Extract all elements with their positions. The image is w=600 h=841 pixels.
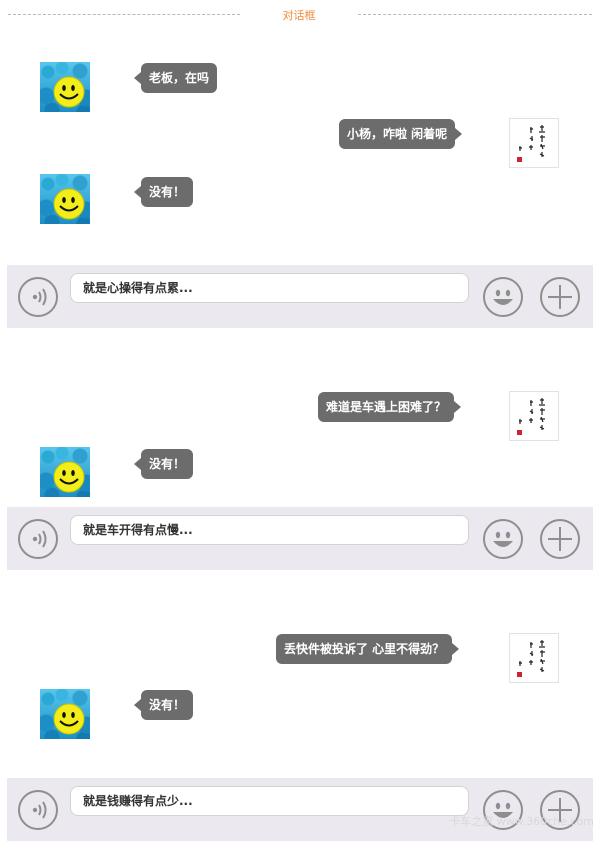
- header-title: 对话框: [282, 9, 316, 22]
- voice-button[interactable]: [18, 519, 58, 559]
- voice-wave-icon: [32, 288, 47, 306]
- smiley-face-avatar: [40, 62, 90, 112]
- chat-input-bar: 就是车开得有点慢...: [7, 507, 593, 570]
- message-bubble-outgoing: 难道是车遇上困难了？: [318, 392, 462, 422]
- plus-icon: [548, 527, 572, 551]
- message-bubble-outgoing: 小杨，咋啦 闲着呢: [339, 119, 463, 149]
- smiley-face-avatar: [40, 689, 90, 739]
- header-divider-left: [8, 14, 240, 15]
- voice-button[interactable]: [18, 277, 58, 317]
- dialog-header: 对话框: [0, 0, 600, 30]
- smiley-emoji-icon: [493, 531, 513, 547]
- message-input[interactable]: 就是车开得有点慢...: [70, 515, 469, 545]
- plus-icon: [548, 285, 572, 309]
- header-divider-right: [358, 14, 592, 15]
- emoji-button[interactable]: [483, 519, 523, 559]
- watermark: 卡车之家 www.360che.com: [449, 815, 594, 828]
- add-attachment-button[interactable]: [540, 277, 580, 317]
- voice-wave-icon: [32, 801, 47, 819]
- voice-wave-icon: [32, 530, 47, 548]
- smiley-face-avatar: [40, 174, 90, 224]
- calligraphy-avatar: [509, 633, 559, 683]
- chat-input-bar: 就是钱赚得有点少...: [7, 778, 593, 841]
- smiley-face-avatar: [40, 447, 90, 497]
- calligraphy-avatar: [509, 118, 559, 168]
- calligraphy-avatar: [509, 391, 559, 441]
- message-bubble-incoming: 老板，在吗: [133, 63, 218, 93]
- voice-button[interactable]: [18, 790, 58, 830]
- chat-input-bar: 就是心操得有点累...: [7, 265, 593, 328]
- message-bubble-incoming: 没有！: [133, 449, 194, 479]
- emoji-button[interactable]: [483, 277, 523, 317]
- message-input[interactable]: 就是钱赚得有点少...: [70, 786, 469, 816]
- message-bubble-outgoing: 丢快件被投诉了 心里不得劲？: [276, 634, 460, 664]
- message-bubble-incoming: 没有！: [133, 177, 194, 207]
- message-input[interactable]: 就是心操得有点累...: [70, 273, 469, 303]
- message-bubble-incoming: 没有！: [133, 690, 194, 720]
- add-attachment-button[interactable]: [540, 519, 580, 559]
- smiley-emoji-icon: [493, 289, 513, 305]
